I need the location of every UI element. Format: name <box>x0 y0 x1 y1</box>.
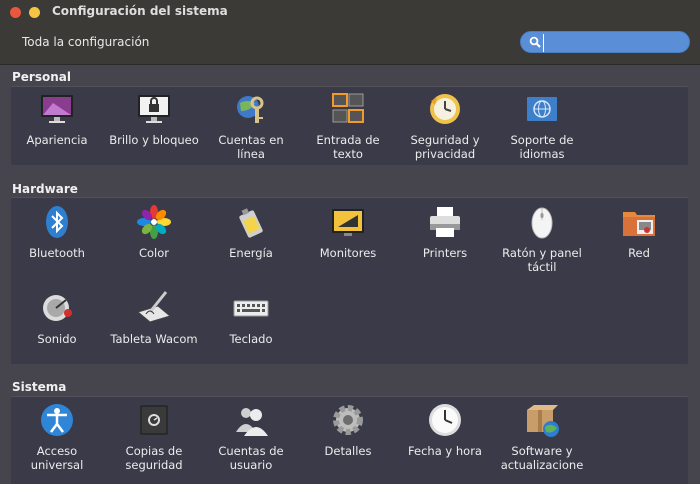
item-label: Seguridad y privacidad <box>410 133 480 161</box>
all-settings-button[interactable]: Toda la configuración <box>22 35 149 49</box>
item-label: Bluetooth <box>29 246 85 260</box>
item-language-support[interactable]: Soporte de idiomas <box>494 91 590 161</box>
item-appearance[interactable]: Apariencia <box>9 91 105 147</box>
item-label: Fecha y hora <box>408 444 482 458</box>
panel-system: Acceso universal Copias de seguridad Cue… <box>11 396 688 484</box>
item-label: Software y actualizacione <box>500 444 584 472</box>
item-label: Color <box>138 246 170 260</box>
brightness-lock-icon <box>138 95 170 123</box>
item-label: Copias de seguridad <box>125 444 183 472</box>
universal-access-icon <box>41 404 73 436</box>
details-icon <box>333 405 363 435</box>
date-time-icon <box>429 404 461 436</box>
window-title: Configuración del sistema <box>52 4 228 18</box>
panel-personal: Apariencia Brillo y bloqueo Cuentas en l… <box>11 86 688 165</box>
item-label: Red <box>628 246 650 260</box>
settings-content: Personal Apariencia Brillo y bloqueo Cue… <box>0 65 700 484</box>
item-label: Printers <box>422 246 468 260</box>
backups-icon <box>140 405 168 435</box>
item-label: Monitores <box>319 246 377 260</box>
keyboard-icon <box>233 300 269 317</box>
close-button[interactable] <box>10 7 21 18</box>
title-bar: Configuración del sistema <box>0 0 700 24</box>
displays-icon <box>332 209 364 236</box>
item-backups[interactable]: Copias de seguridad <box>106 402 202 472</box>
item-label: Brillo y bloqueo <box>109 133 199 147</box>
item-user-accounts[interactable]: Cuentas de usuario <box>203 402 299 472</box>
item-printers[interactable]: Printers <box>397 204 493 260</box>
network-icon <box>623 212 655 236</box>
item-label: Soporte de idiomas <box>510 133 574 161</box>
software-updates-icon <box>527 405 559 437</box>
search-input[interactable] <box>543 34 688 52</box>
user-accounts-icon <box>236 408 268 436</box>
search-box[interactable] <box>520 31 690 53</box>
item-date-time[interactable]: Fecha y hora <box>397 402 493 458</box>
item-security-privacy[interactable]: Seguridad y privacidad <box>397 91 493 161</box>
item-label: Detalles <box>324 444 372 458</box>
printer-icon <box>430 207 460 237</box>
item-wacom-tablet[interactable]: Tableta Wacom <box>106 290 202 346</box>
item-label: Teclado <box>229 332 273 346</box>
minimize-button[interactable] <box>29 7 40 18</box>
item-sound[interactable]: Sonido <box>9 290 105 346</box>
online-accounts-icon <box>237 96 264 123</box>
item-label: Apariencia <box>26 133 88 147</box>
section-title-hardware: Hardware <box>12 182 78 196</box>
mouse-touchpad-icon <box>531 207 553 239</box>
item-details[interactable]: Detalles <box>300 402 396 458</box>
item-label: Energía <box>229 246 273 260</box>
item-bluetooth[interactable]: Bluetooth <box>9 204 105 260</box>
appearance-icon <box>41 95 73 123</box>
item-label: Tableta Wacom <box>110 332 198 346</box>
bluetooth-icon <box>46 206 68 238</box>
item-universal-access[interactable]: Acceso universal <box>9 402 105 472</box>
item-label: Acceso universal <box>30 444 84 472</box>
item-network[interactable]: Red <box>591 204 687 260</box>
search-icon <box>529 36 541 48</box>
item-mouse-touchpad[interactable]: Ratón y panel táctil <box>494 204 590 274</box>
security-privacy-icon <box>430 94 460 124</box>
wacom-tablet-icon <box>136 291 172 323</box>
item-displays[interactable]: Monitores <box>300 204 396 260</box>
item-software-updates[interactable]: Software y actualizacione <box>494 402 590 472</box>
settings-window: Configuración del sistema Toda la config… <box>0 0 700 484</box>
color-icon <box>137 205 171 239</box>
item-brightness-lock[interactable]: Brillo y bloqueo <box>106 91 202 147</box>
section-title-system: Sistema <box>12 380 67 394</box>
item-label: Cuentas en línea <box>218 133 284 161</box>
item-color[interactable]: Color <box>106 204 202 260</box>
sound-icon <box>43 295 72 321</box>
item-label: Ratón y panel táctil <box>502 246 582 274</box>
toolbar: Toda la configuración <box>0 24 700 65</box>
section-title-personal: Personal <box>12 70 71 84</box>
item-online-accounts[interactable]: Cuentas en línea <box>203 91 299 161</box>
item-label: Sonido <box>37 332 77 346</box>
panel-hardware: Bluetooth Color Energía Monitores Printe… <box>11 197 688 364</box>
language-support-icon <box>527 97 557 121</box>
item-keyboard[interactable]: Teclado <box>203 290 299 346</box>
item-text-entry[interactable]: Entrada de texto <box>300 91 396 161</box>
text-entry-icon <box>332 93 364 123</box>
item-power[interactable]: Energía <box>203 204 299 260</box>
item-label: Entrada de texto <box>316 133 380 161</box>
item-label: Cuentas de usuario <box>218 444 284 472</box>
power-icon <box>239 208 263 238</box>
